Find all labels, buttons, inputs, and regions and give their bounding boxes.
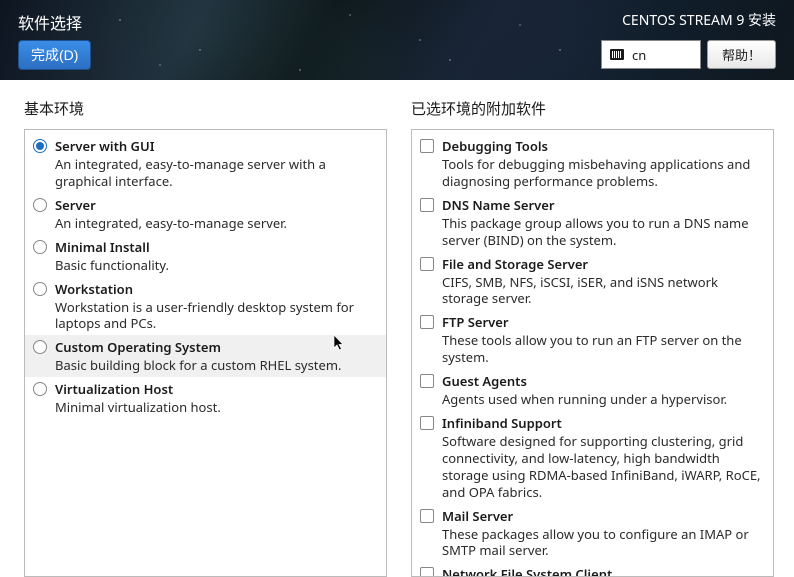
keyboard-layout-selector[interactable]: cn xyxy=(601,40,701,69)
addon-option[interactable]: Debugging ToolsTools for debugging misbe… xyxy=(412,134,773,193)
option-title: Workstation xyxy=(55,280,376,298)
base-env-heading: 基本环境 xyxy=(24,98,387,119)
option-desc: CIFS, SMB, NFS, iSCSI, iSER, and iSNS ne… xyxy=(442,274,763,308)
option-desc: Tools for debugging misbehaving applicat… xyxy=(442,156,763,190)
option-desc: Agents used when running under a hypervi… xyxy=(442,391,763,408)
option-title: FTP Server xyxy=(442,313,763,331)
base-env-option[interactable]: ServerAn integrated, easy-to-manage serv… xyxy=(25,193,386,235)
keyboard-layout-label: cn xyxy=(632,46,646,64)
done-button[interactable]: 完成(D) xyxy=(18,40,91,70)
radio-icon[interactable] xyxy=(33,282,47,296)
option-title: Network File System Client xyxy=(442,565,763,577)
option-title: Mail Server xyxy=(442,507,763,525)
option-title: Infiniband Support xyxy=(442,414,763,432)
addon-option[interactable]: FTP ServerThese tools allow you to run a… xyxy=(412,310,773,369)
checkbox-icon[interactable] xyxy=(420,315,434,329)
addons-heading: 已选环境的附加软件 xyxy=(411,98,774,119)
base-env-option[interactable]: Virtualization HostMinimal virtualizatio… xyxy=(25,377,386,419)
addon-option[interactable]: Guest AgentsAgents used when running und… xyxy=(412,369,773,411)
option-title: Guest Agents xyxy=(442,372,763,390)
checkbox-icon[interactable] xyxy=(420,567,434,577)
option-desc: An integrated, easy-to-manage server wit… xyxy=(55,156,376,190)
option-desc: An integrated, easy-to-manage server. xyxy=(55,215,376,232)
addon-option[interactable]: Network File System Client xyxy=(412,562,773,577)
checkbox-icon[interactable] xyxy=(420,198,434,212)
page-title: 软件选择 xyxy=(18,10,91,34)
option-desc: Workstation is a user-friendly desktop s… xyxy=(55,299,376,333)
addons-list[interactable]: Debugging ToolsTools for debugging misbe… xyxy=(411,129,774,577)
radio-icon[interactable] xyxy=(33,198,47,212)
option-desc: Basic functionality. xyxy=(55,257,376,274)
option-title: Server with GUI xyxy=(55,137,376,155)
base-env-option[interactable]: Server with GUIAn integrated, easy-to-ma… xyxy=(25,134,386,193)
option-desc: Software designed for supporting cluster… xyxy=(442,433,763,501)
radio-icon[interactable] xyxy=(33,240,47,254)
option-desc: Minimal virtualization host. xyxy=(55,399,376,416)
option-title: Debugging Tools xyxy=(442,137,763,155)
base-env-option[interactable]: Minimal InstallBasic functionality. xyxy=(25,235,386,277)
option-title: Custom Operating System xyxy=(55,338,376,356)
checkbox-icon[interactable] xyxy=(420,509,434,523)
option-desc: This package group allows you to run a D… xyxy=(442,215,763,249)
addon-option[interactable]: DNS Name ServerThis package group allows… xyxy=(412,193,773,252)
radio-icon[interactable] xyxy=(33,139,47,153)
option-desc: Basic building block for a custom RHEL s… xyxy=(55,357,376,374)
option-title: File and Storage Server xyxy=(442,255,763,273)
base-env-list[interactable]: Server with GUIAn integrated, easy-to-ma… xyxy=(24,129,387,577)
option-title: Minimal Install xyxy=(55,238,376,256)
checkbox-icon[interactable] xyxy=(420,374,434,388)
option-desc: These tools allow you to run an FTP serv… xyxy=(442,332,763,366)
base-env-option[interactable]: Custom Operating SystemBasic building bl… xyxy=(25,335,386,377)
option-title: Virtualization Host xyxy=(55,380,376,398)
addon-option[interactable]: Mail ServerThese packages allow you to c… xyxy=(412,504,773,563)
checkbox-icon[interactable] xyxy=(420,416,434,430)
addon-option[interactable]: Infiniband SupportSoftware designed for … xyxy=(412,411,773,504)
option-title: DNS Name Server xyxy=(442,196,763,214)
addon-option[interactable]: File and Storage ServerCIFS, SMB, NFS, i… xyxy=(412,252,773,311)
help-button[interactable]: 帮助！ xyxy=(707,40,776,69)
radio-icon[interactable] xyxy=(33,382,47,396)
checkbox-icon[interactable] xyxy=(420,257,434,271)
base-env-option[interactable]: WorkstationWorkstation is a user-friendl… xyxy=(25,277,386,336)
checkbox-icon[interactable] xyxy=(420,139,434,153)
keyboard-icon xyxy=(610,49,624,60)
option-desc: These packages allow you to configure an… xyxy=(442,526,763,560)
radio-icon[interactable] xyxy=(33,340,47,354)
option-title: Server xyxy=(55,196,376,214)
installer-title: CENTOS STREAM 9 安装 xyxy=(601,10,776,30)
